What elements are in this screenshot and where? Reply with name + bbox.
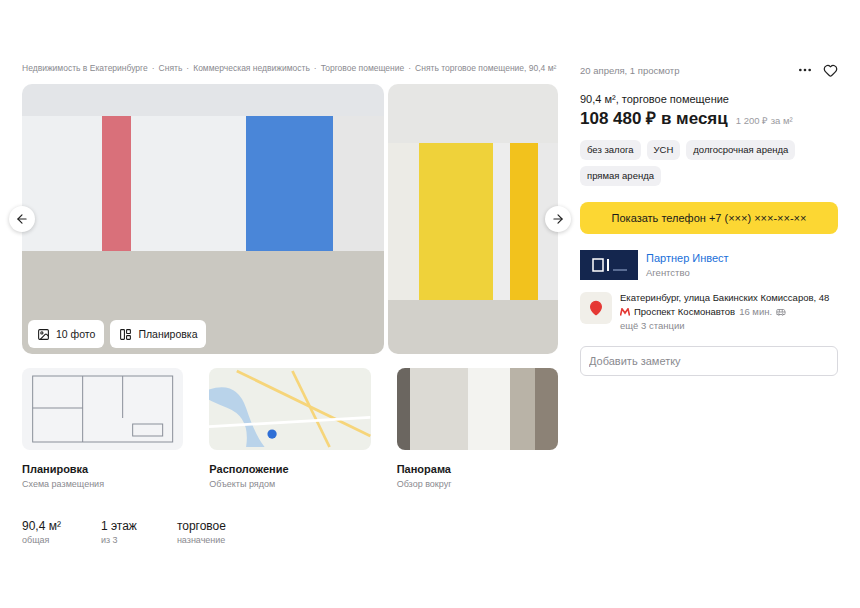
fact: 1 этажиз 3 (101, 518, 137, 546)
map-icon (209, 368, 370, 450)
more-button[interactable] (797, 62, 813, 78)
preview-cards: Планировка Схема размещения Расположение Об… (22, 368, 558, 490)
preview-thumb (209, 368, 370, 450)
breadcrumb-item[interactable]: Недвижимость в Екатеринбурге (22, 62, 148, 74)
agency: Партнер Инвест Агентство (580, 250, 838, 280)
agency-text: Партнер Инвест Агентство (646, 252, 729, 278)
fact-value: торговое (177, 518, 226, 534)
address-line: Екатеринбург, улица Бакинских Комиссаров… (620, 292, 829, 304)
tag: прямая аренда (580, 166, 661, 186)
preview-thumb (22, 368, 183, 450)
agency-logo[interactable] (580, 250, 638, 280)
arrow-right-icon (551, 212, 565, 226)
address-map[interactable] (580, 292, 612, 324)
address-text: Екатеринбург, улица Бакинских Комиссаров… (620, 292, 829, 332)
tag: УСН (647, 140, 681, 160)
agency-logo-icon (589, 256, 629, 274)
map-pin-icon (588, 300, 604, 316)
listing-meta: 20 апреля, 1 просмотр (580, 65, 679, 76)
tag: долгосрочная аренда (686, 140, 795, 160)
fact-label: из 3 (101, 534, 137, 546)
preview-title: Панорама (397, 462, 558, 476)
preview-subtitle: Объекты рядом (209, 478, 370, 490)
show-phone-button[interactable]: Показать телефон +7 (×××) ×××-××-×× (580, 202, 838, 234)
preview-title: Планировка (22, 462, 183, 476)
heart-icon (823, 63, 838, 78)
agency-type: Агентство (646, 267, 729, 278)
preview-card[interactable]: Расположение Объекты рядом (209, 368, 370, 490)
facts: 90,4 м²общая 1 этажиз 3 торговоеназначение (22, 518, 558, 546)
listing-page: Недвижимость в Екатеринбурге·Снять·Комме… (0, 0, 860, 608)
listing-sidebar: 20 апреля, 1 просмотр 90,4 м², торговое п… (580, 62, 838, 608)
breadcrumbs: Недвижимость в Екатеринбурге·Снять·Комме… (22, 62, 558, 74)
breadcrumb-item[interactable]: Снять торговое помещение, 90,4 м² (415, 62, 556, 74)
actions (797, 62, 838, 78)
price-per-m2: 1 200 ₽ за м² (736, 114, 793, 127)
photo-icon (37, 328, 50, 341)
preview-subtitle: Схема размещения (22, 478, 183, 490)
favorite-button[interactable] (823, 63, 838, 78)
more-stations[interactable]: ещё 3 станции (620, 320, 829, 332)
bus-icon (776, 307, 786, 317)
preview-title: Расположение (209, 462, 370, 476)
preview-subtitle: Обзор вокруг (397, 478, 558, 490)
metro-time: 16 мин. (739, 306, 772, 318)
preview-card[interactable]: Панорама Обзор вокруг (397, 368, 558, 490)
note-field[interactable] (580, 346, 838, 376)
breadcrumb-item[interactable]: Коммерческая недвижимость (193, 62, 310, 74)
preview-card[interactable]: Планировка Схема размещения (22, 368, 183, 490)
fact-value: 1 этаж (101, 518, 137, 534)
breadcrumb-item[interactable]: Торговое помещение (321, 62, 405, 74)
photos-button[interactable]: 10 фото (28, 320, 104, 348)
photo-gallery: 10 фотоПланировка (22, 84, 558, 354)
breadcrumb-item[interactable]: Снять (159, 62, 183, 74)
photo-buttons: 10 фотоПланировка (28, 320, 206, 348)
fact-label: назначение (177, 534, 226, 546)
tag: без залога (580, 140, 641, 160)
arrow-left-icon (15, 212, 29, 226)
breadcrumb-separator: · (186, 62, 189, 74)
address: Екатеринбург, улица Бакинских Комиссаров… (580, 292, 838, 332)
metro-row: Проспект Космонавтов 16 мин. (620, 306, 829, 318)
fact: торговоеназначение (177, 518, 226, 546)
metro-icon (620, 308, 630, 316)
next-photo-button[interactable] (545, 206, 571, 232)
tags: без залога УСНдолгосрочная аренда прямая а… (580, 140, 838, 186)
side-photo[interactable] (388, 84, 558, 354)
prev-photo-button[interactable] (9, 206, 35, 232)
breadcrumb-separator: · (314, 62, 317, 74)
meta-row: 20 апреля, 1 просмотр (580, 62, 838, 78)
listing-main: Недвижимость в Екатеринбурге·Снять·Комме… (22, 62, 558, 608)
listing-subtitle: 90,4 м², торговое помещение (580, 92, 838, 106)
breadcrumb-separator: · (408, 62, 411, 74)
more-icon (797, 62, 813, 78)
fact-label: общая (22, 534, 61, 546)
price: 108 480 ₽ в месяц (580, 108, 728, 130)
preview-thumb (397, 368, 558, 450)
main-photo[interactable]: 10 фотоПланировка (22, 84, 384, 354)
plan-icon (119, 328, 132, 341)
floor-plan-icon (22, 368, 183, 450)
price-row: 108 480 ₽ в месяц 1 200 ₽ за м² (580, 108, 838, 130)
plan-button[interactable]: Планировка (110, 320, 206, 348)
fact: 90,4 м²общая (22, 518, 61, 546)
breadcrumb-separator: · (152, 62, 155, 74)
fact-value: 90,4 м² (22, 518, 61, 534)
metro-name: Проспект Космонавтов (634, 306, 735, 318)
agency-name[interactable]: Партнер Инвест (646, 252, 729, 264)
